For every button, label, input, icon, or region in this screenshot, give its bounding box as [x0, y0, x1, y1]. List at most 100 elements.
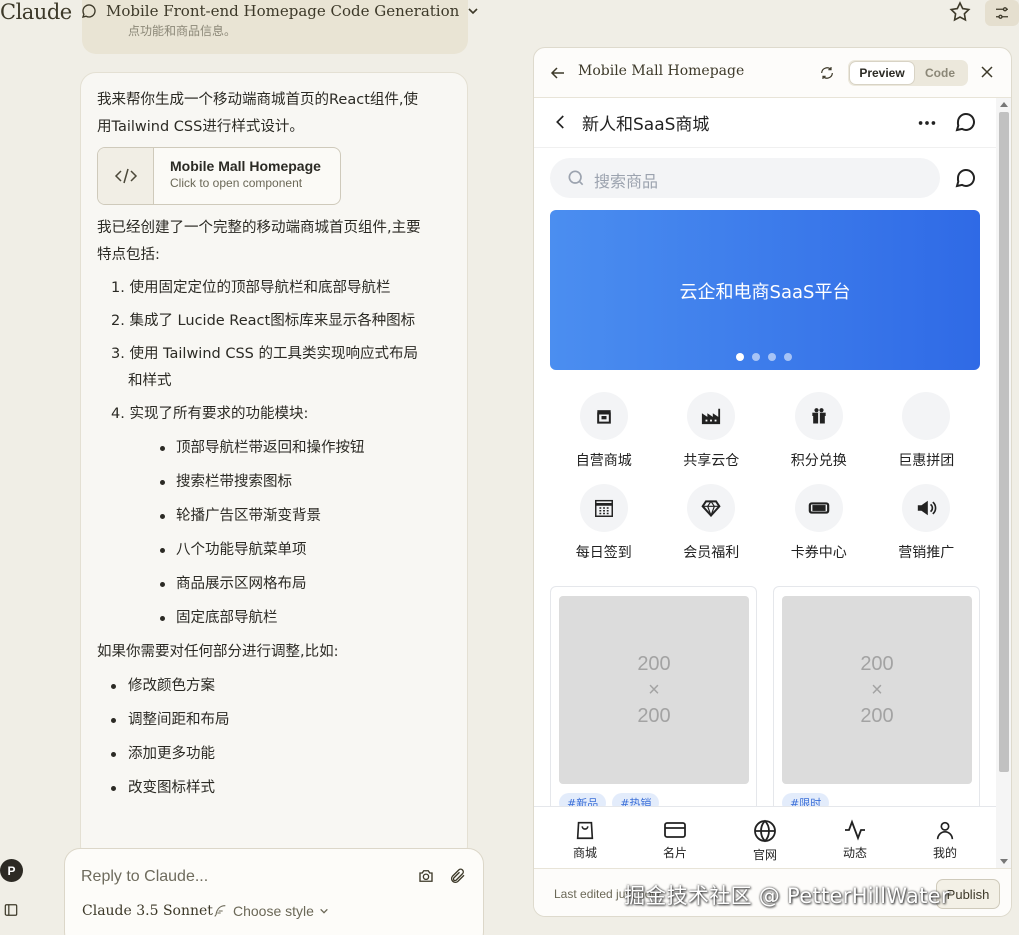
gift-icon	[812, 408, 826, 424]
carousel-banner[interactable]: 云企和电商SaaS平台	[550, 210, 980, 370]
message-circle-icon[interactable]	[954, 166, 978, 190]
style-label: Choose style	[233, 903, 314, 919]
tab-label: 名片	[662, 846, 687, 860]
assistant-message: 我来帮你生成一个移动端商城首页的React组件,使用Tailwind CSS进行…	[80, 72, 468, 862]
mobile-header: 新人和SaaS商城	[534, 98, 996, 148]
chevron-left-icon[interactable]	[552, 113, 570, 131]
tab-label: 动态	[842, 846, 867, 860]
summary-text: 我已经创建了一个完整的移动端商城首页组件,主要特点包括:	[97, 220, 421, 263]
code-tab[interactable]: Code	[914, 66, 966, 80]
scroll-thumb[interactable]	[999, 112, 1009, 772]
search-icon	[568, 170, 584, 186]
menu-item-member-benefits[interactable]: 会员福利	[658, 484, 766, 562]
feature-item: 4. 实现了所有要求的功能模块: 顶部导航栏带返回和操作按钮 搜索栏带搜索图标 …	[111, 401, 431, 632]
model-selector[interactable]: Claude 3.5 Sonnet	[82, 903, 213, 919]
carousel-dots	[736, 353, 792, 361]
gem-icon	[701, 500, 721, 517]
product-image-placeholder: 200 × 200	[559, 596, 749, 784]
carousel-dot[interactable]	[736, 353, 744, 361]
scroll-down-arrow[interactable]	[1000, 859, 1008, 864]
watermark: 掘金技术社区 @ PetterHillWater	[624, 884, 950, 908]
carousel-dot[interactable]	[784, 353, 792, 361]
close-icon[interactable]	[980, 65, 994, 79]
menu-item-self-mall[interactable]: 自营商城	[550, 392, 658, 470]
message-circle-icon[interactable]	[954, 110, 978, 134]
search-bar[interactable]: 搜索商品	[550, 158, 940, 198]
carousel-dot[interactable]	[768, 353, 776, 361]
module-item: 轮播广告区带渐变背景	[160, 503, 431, 530]
chevron-down-icon	[320, 908, 328, 914]
module-item: 商品展示区网格布局	[160, 571, 431, 598]
adjust-item: 添加更多功能	[111, 741, 431, 768]
panel-header: Mobile Mall Homepage Preview Code	[534, 48, 1011, 98]
reply-input[interactable]	[81, 865, 381, 889]
star-icon[interactable]	[948, 0, 972, 24]
menu-item-cloud-warehouse[interactable]: 共享云仓	[658, 392, 766, 470]
menu-item-coupon-center[interactable]: 卡券中心	[765, 484, 873, 562]
tab-profile[interactable]: 我的	[905, 807, 985, 868]
preview-tab[interactable]: Preview	[850, 62, 914, 84]
menu-label: 自营商城	[575, 453, 632, 469]
menu-item-points-exchange[interactable]: 积分兑换	[765, 392, 873, 470]
placeholder-height: 200	[637, 705, 671, 727]
previous-message-text: 点功能和商品信息。	[128, 24, 237, 38]
more-horizontal-icon[interactable]	[916, 112, 938, 134]
sliders-icon	[996, 7, 1008, 19]
camera-icon[interactable]	[417, 867, 435, 885]
module-item: 顶部导航栏带返回和操作按钮	[160, 435, 431, 462]
activity-icon	[845, 819, 865, 841]
artifact-title: Mobile Mall Homepage	[170, 158, 321, 174]
module-item: 八个功能导航菜单项	[160, 537, 431, 564]
placeholder-height: 200	[860, 705, 894, 727]
arrow-left-icon[interactable]	[550, 65, 566, 81]
tab-mall[interactable]: 商城	[545, 807, 625, 868]
chat-bubble-icon	[81, 4, 96, 18]
calendar-icon	[594, 499, 613, 517]
menu-label: 卡券中心	[790, 545, 847, 561]
adjust-item: 修改颜色方案	[111, 673, 431, 700]
tab-activity[interactable]: 动态	[815, 807, 895, 868]
banner-text: 云企和电商SaaS平台	[679, 282, 851, 303]
tab-card[interactable]: 名片	[635, 807, 715, 868]
artifact-card[interactable]: Mobile Mall Homepage Click to open compo…	[97, 147, 341, 205]
intro-text: 我来帮你生成一个移动端商城首页的React组件,使用Tailwind CSS进行…	[97, 92, 418, 135]
feature-item-text: 4. 实现了所有要求的功能模块:	[111, 406, 309, 422]
placeholder-width: 200	[637, 653, 671, 675]
tab-label: 我的	[932, 846, 957, 860]
tab-website[interactable]: 官网	[725, 807, 805, 868]
reply-box: Claude 3.5 Sonnet Choose style	[64, 848, 484, 935]
bottom-tab-bar: 商城 名片 官网 动态 我的	[534, 806, 996, 868]
refresh-icon[interactable]	[819, 65, 835, 81]
menu-item-daily-checkin[interactable]: 每日签到	[550, 484, 658, 562]
credit-card-icon	[664, 822, 686, 838]
placeholder-times: ×	[871, 679, 883, 701]
shop-name: 新人和SaaS商城	[582, 115, 710, 135]
code-icon	[98, 148, 154, 204]
menu-label: 共享云仓	[683, 453, 740, 469]
search-placeholder: 搜索商品	[594, 172, 659, 191]
chevron-down-icon	[468, 8, 478, 15]
settings-button[interactable]	[985, 0, 1019, 26]
user-avatar[interactable]: P	[0, 859, 23, 882]
user-icon	[936, 821, 954, 840]
feature-item: 3. 使用 Tailwind CSS 的工具类实现响应式布局和样式	[111, 346, 418, 389]
menu-item-group-buy[interactable]: 巨惠拼团	[873, 392, 981, 470]
menu-label: 营销推广	[898, 545, 955, 561]
mobile-preview: 新人和SaaS商城 搜索商品 云企和电商SaaS平台 自营商城 共享云仓 积分兑…	[534, 98, 996, 868]
menu-item-marketing[interactable]: 营销推广	[873, 484, 981, 562]
shopping-bag-icon	[576, 821, 594, 840]
menu-label: 巨惠拼团	[898, 453, 955, 469]
style-selector[interactable]: Choose style	[212, 903, 329, 919]
paperclip-icon[interactable]	[449, 866, 467, 886]
preview-scrollbar[interactable]	[996, 98, 1011, 868]
carousel-dot[interactable]	[752, 353, 760, 361]
ticket-icon	[808, 502, 830, 514]
store-icon	[596, 410, 611, 424]
scroll-up-arrow[interactable]	[1000, 102, 1008, 107]
sidebar-toggle-icon[interactable]	[4, 903, 18, 917]
menu-label: 每日签到	[575, 545, 632, 561]
brand-logo[interactable]: Claude	[0, 0, 72, 24]
module-item: 固定底部导航栏	[160, 605, 431, 632]
artifact-panel: Mobile Mall Homepage Preview Code 新人和Saa…	[533, 47, 1012, 917]
chat-title-button[interactable]: Mobile Front-end Homepage Code Generatio…	[80, 0, 479, 22]
